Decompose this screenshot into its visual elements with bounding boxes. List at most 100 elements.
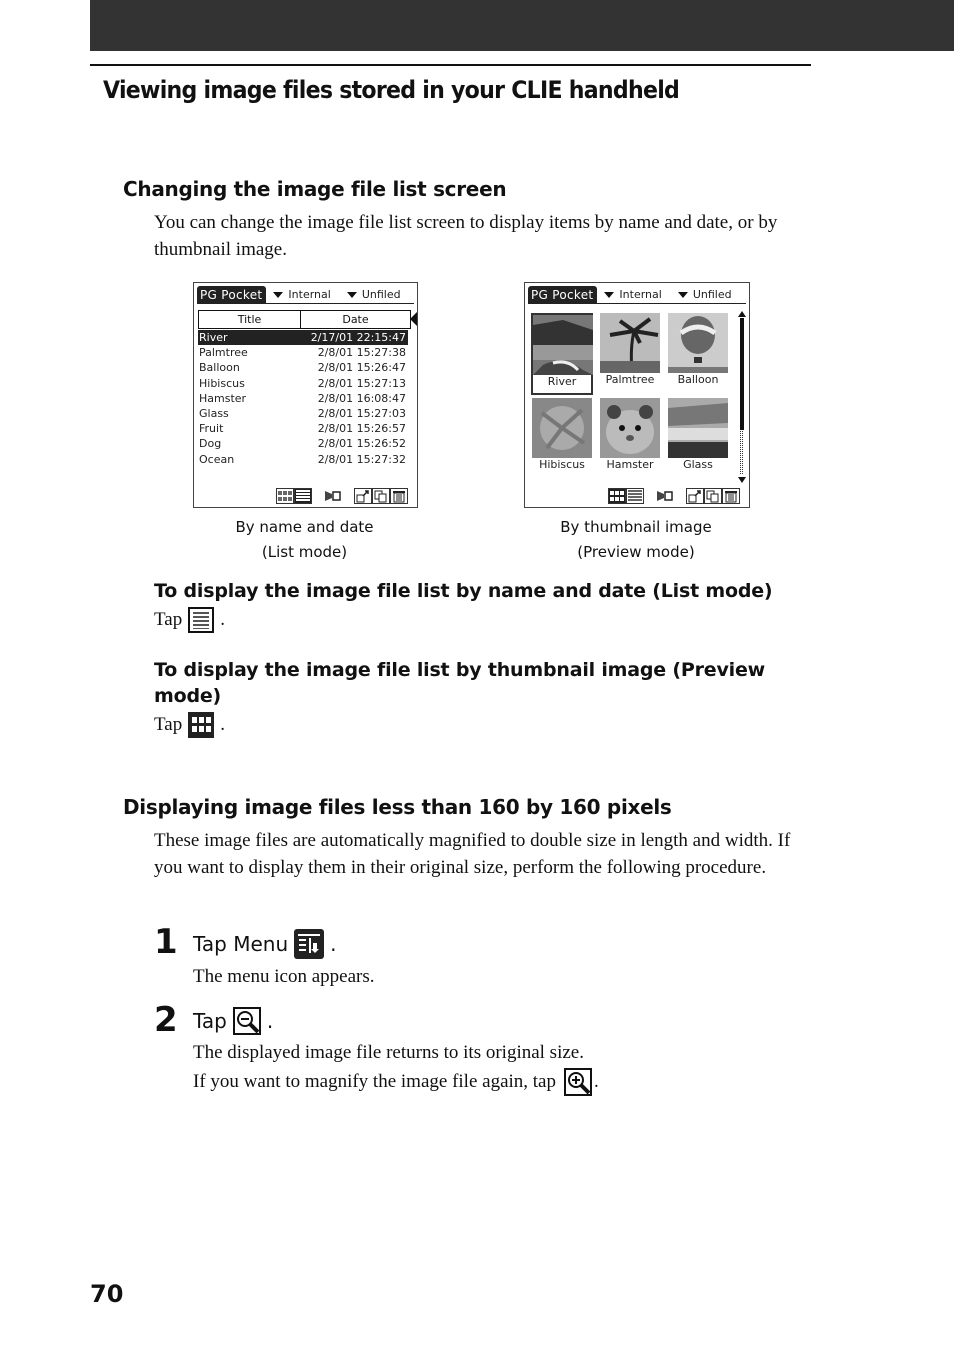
file-date: 2/8/01 15:27:03 xyxy=(317,406,406,420)
file-list-row[interactable]: Ocean 2/8/01 15:27:32 xyxy=(198,452,408,467)
thumbnail-label: Glass xyxy=(683,458,713,471)
thumbnail-view-button[interactable] xyxy=(276,488,294,504)
scrollbar[interactable] xyxy=(738,311,746,483)
file-title: Balloon xyxy=(199,361,240,375)
page-number: 70 xyxy=(90,1280,124,1308)
copy-icon xyxy=(374,490,387,502)
file-date: 2/8/01 15:26:57 xyxy=(317,422,406,436)
zoom-in-button[interactable] xyxy=(564,1067,592,1096)
unfiled-dropdown[interactable]: Unfiled xyxy=(346,287,401,303)
screen-header: PG Pocket Internal Unfiled xyxy=(197,286,414,304)
thumbnail-item[interactable]: Balloon xyxy=(667,313,729,387)
file-list: River 2/17/01 22:15:47 Palmtree 2/8/01 15:2… xyxy=(198,330,408,467)
internal-dropdown[interactable]: Internal xyxy=(604,287,662,303)
page-title: Viewing image files stored in your CLIE … xyxy=(103,76,680,104)
title-rule xyxy=(90,64,811,66)
thumbnail-image xyxy=(668,398,728,458)
thumbnail-view-button[interactable] xyxy=(608,488,626,504)
list-toolbar xyxy=(276,488,408,504)
delete-button[interactable] xyxy=(390,488,408,504)
list-mode-instruction: Tap . xyxy=(154,607,225,633)
list-view-button[interactable] xyxy=(294,488,312,504)
preview-mode-caption: By thumbnail image (Preview mode) xyxy=(560,518,712,561)
list-view-button[interactable] xyxy=(188,607,215,633)
file-list-row[interactable]: Hamster 2/8/01 16:08:47 xyxy=(198,391,408,406)
dropdown-arrow-icon xyxy=(346,292,357,298)
copy-button[interactable] xyxy=(704,488,722,504)
zoom-out-icon xyxy=(232,1007,261,1035)
file-title: Palmtree xyxy=(199,346,248,360)
thumbnail-item[interactable]: Palmtree xyxy=(599,313,661,387)
list-view-button[interactable] xyxy=(626,488,644,504)
screen-header: PG Pocket Internal Unfiled xyxy=(528,286,746,304)
menu-icon xyxy=(294,929,325,959)
trash-icon xyxy=(725,490,737,502)
sort-indicator-icon xyxy=(410,312,417,326)
file-date: 2/17/01 22:15:47 xyxy=(310,331,406,344)
copy-icon xyxy=(706,490,719,502)
file-list-row[interactable]: River 2/17/01 22:15:47 xyxy=(198,330,408,346)
dropdown-arrow-icon xyxy=(677,292,688,298)
preview-mode-instruction: Tap . xyxy=(154,712,225,738)
file-list-row[interactable]: Palmtree 2/8/01 15:27:38 xyxy=(198,345,408,360)
thumbnail-item[interactable]: River xyxy=(531,313,593,395)
slideshow-button[interactable] xyxy=(656,488,674,504)
column-header-title[interactable]: Title xyxy=(199,311,301,328)
thumbnail-image xyxy=(600,313,660,373)
step-body: The menu icon appears. xyxy=(193,966,375,987)
preview-mode-screenshot: PG Pocket Internal Unfiled River Palmtree… xyxy=(524,282,750,508)
thumbnail-item[interactable]: Glass xyxy=(667,398,729,472)
thumbnail-image xyxy=(668,313,728,373)
thumbnail-view-icon xyxy=(610,491,624,501)
file-date: 2/8/01 16:08:47 xyxy=(317,391,406,405)
zoom-in-icon xyxy=(564,1067,592,1096)
thumbnail-view-icon xyxy=(278,491,292,501)
internal-dropdown[interactable]: Internal xyxy=(273,287,331,303)
thumbnail-label: Palmtree xyxy=(605,373,655,386)
section-heading-small-images: Displaying image files less than 160 by … xyxy=(123,795,672,819)
file-title: Fruit xyxy=(199,422,224,436)
preview-mode-heading: To display the image file list by thumbn… xyxy=(154,659,766,707)
file-date: 2/8/01 15:26:52 xyxy=(317,437,406,451)
thumbnail-item[interactable]: Hamster xyxy=(599,398,661,472)
unfiled-dropdown[interactable]: Unfiled xyxy=(677,287,732,303)
section-heading-change-list: Changing the image file list screen xyxy=(123,177,507,201)
file-date: 2/8/01 15:27:32 xyxy=(317,452,406,466)
scroll-thumb xyxy=(740,318,744,430)
thumbnail-label: Hamster xyxy=(606,458,654,471)
file-date: 2/8/01 15:27:13 xyxy=(317,376,406,390)
thumbnail-label: River xyxy=(547,375,577,388)
list-column-headers: Title Date xyxy=(198,310,411,329)
file-list-row[interactable]: Fruit 2/8/01 15:26:57 xyxy=(198,421,408,436)
section-body-change-list: You can change the image file list scree… xyxy=(154,212,778,260)
list-mode-heading: To display the image file list by name a… xyxy=(154,580,773,602)
menu-button[interactable] xyxy=(294,929,325,959)
section-body-small-images: These image files are automatically magn… xyxy=(154,830,791,878)
file-list-row[interactable]: Balloon 2/8/01 15:26:47 xyxy=(198,360,408,375)
file-title: River xyxy=(199,331,228,344)
app-title-tab[interactable]: PG Pocket xyxy=(528,286,598,303)
list-view-icon xyxy=(188,607,215,633)
list-mode-screenshot: PG Pocket Internal Unfiled Title Date Ri… xyxy=(193,282,418,508)
send-button[interactable] xyxy=(354,488,372,504)
file-title: Hibiscus xyxy=(199,376,245,390)
column-header-date[interactable]: Date xyxy=(301,311,410,328)
file-title: Hamster xyxy=(199,391,247,405)
scroll-down-arrow-icon xyxy=(738,477,746,483)
zoom-out-button[interactable] xyxy=(232,1007,261,1035)
beam-icon xyxy=(356,489,369,502)
thumbnail-view-button[interactable] xyxy=(188,712,215,738)
file-list-row[interactable]: Glass 2/8/01 15:27:03 xyxy=(198,406,408,421)
file-list-row[interactable]: Dog 2/8/01 15:26:52 xyxy=(198,436,408,451)
file-title: Glass xyxy=(199,406,229,420)
app-title-tab[interactable]: PG Pocket xyxy=(197,286,267,303)
thumbnail-label: Balloon xyxy=(677,373,719,386)
file-list-row[interactable]: Hibiscus 2/8/01 15:27:13 xyxy=(198,376,408,391)
thumbnail-item[interactable]: Hibiscus xyxy=(531,398,593,472)
dropdown-arrow-icon xyxy=(604,292,615,298)
send-button[interactable] xyxy=(686,488,704,504)
delete-button[interactable] xyxy=(722,488,740,504)
copy-button[interactable] xyxy=(372,488,390,504)
file-date: 2/8/01 15:27:38 xyxy=(317,346,406,360)
slideshow-button[interactable] xyxy=(324,488,342,504)
